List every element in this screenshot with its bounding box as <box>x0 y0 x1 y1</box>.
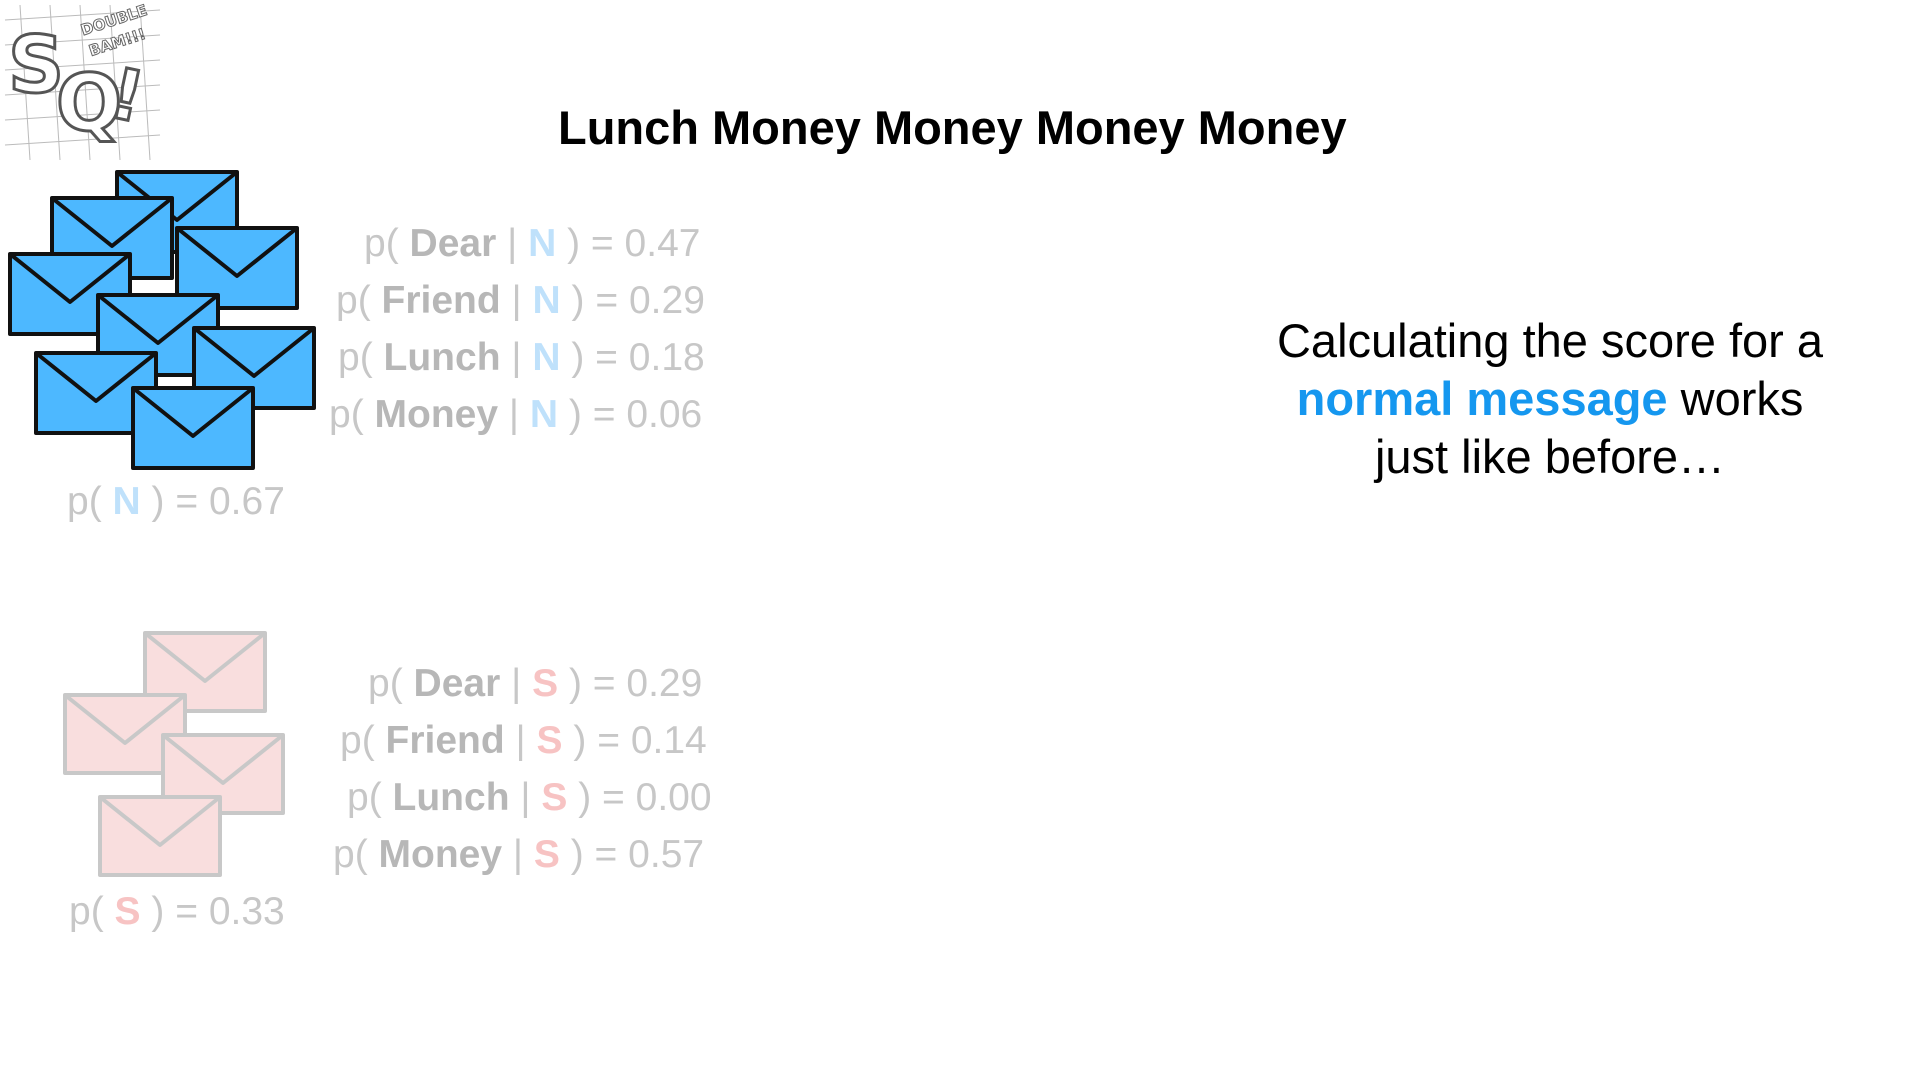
spam-envelope-stack <box>63 631 285 877</box>
class-label-normal: N <box>532 336 561 379</box>
word-label: Money <box>378 833 503 876</box>
class-label-spam: S <box>536 719 563 762</box>
normal-prob-money: p( Money | N ) = 0.06 <box>329 393 703 436</box>
narration-line-1: Calculating the score for a <box>1276 314 1823 367</box>
narration-line-3: just like before… <box>1374 430 1726 483</box>
normal-prob-dear: p( Dear | N ) = 0.47 <box>364 222 701 265</box>
class-label-normal: N <box>532 279 561 322</box>
spam-prob-money: p( Money | S ) = 0.57 <box>333 833 705 876</box>
class-label-spam: S <box>532 662 559 705</box>
normal-prob-lunch: p( Lunch | N ) = 0.18 <box>338 336 705 379</box>
prob-value: ) = 0.29 <box>568 662 703 705</box>
word-label: Lunch <box>383 336 501 379</box>
word-label: Friend <box>381 279 501 322</box>
spam-prob-dear: p( Dear | S ) = 0.29 <box>368 662 703 705</box>
spam-prob-friend: p( Friend | S ) = 0.14 <box>340 719 707 762</box>
word-label: Dear <box>413 662 501 705</box>
prob-value: ) = 0.06 <box>568 393 703 436</box>
spam-prob-lunch: p( Lunch | S ) = 0.00 <box>347 776 712 819</box>
normal-prob-friend: p( Friend | N ) = 0.29 <box>336 279 705 322</box>
word-label: Dear <box>409 222 497 265</box>
prob-value: ) = 0.14 <box>573 719 707 762</box>
normal-prior: p( N ) = 0.67 <box>67 480 285 523</box>
envelope-icon <box>131 386 255 470</box>
class-label-spam: S <box>533 833 560 876</box>
prob-value: ) = 0.00 <box>578 776 712 819</box>
class-label-normal: N <box>112 480 141 523</box>
class-label-normal: N <box>529 393 559 436</box>
prob-value: ) = 0.57 <box>570 833 705 876</box>
normal-envelope-stack <box>8 170 316 470</box>
word-label: Money <box>374 393 499 436</box>
narration-line-2-rest: works <box>1667 372 1804 425</box>
prob-value: ) = 0.47 <box>567 222 701 265</box>
spam-prior: p( S ) = 0.33 <box>69 890 285 933</box>
word-label: Lunch <box>392 776 510 819</box>
prior-value: ) = 0.67 <box>151 480 285 523</box>
prob-value: ) = 0.29 <box>571 279 705 322</box>
class-label-spam: S <box>541 776 568 819</box>
word-label: Friend <box>385 719 505 762</box>
slide-title-text: Lunch Money Money Money Money <box>558 101 1347 154</box>
narration-highlight: normal message <box>1296 372 1668 425</box>
prior-value: ) = 0.33 <box>151 890 285 933</box>
narration-text: Calculating the score for a normal messa… <box>1240 312 1860 486</box>
prob-value: ) = 0.18 <box>571 336 705 379</box>
statquest-logo: S Q ! DOUBLE BAM!!! <box>4 1 161 161</box>
envelope-icon <box>98 795 222 877</box>
class-label-spam: S <box>114 890 141 933</box>
narration-line-2: normal message works <box>1240 370 1860 428</box>
class-label-normal: N <box>528 222 557 265</box>
